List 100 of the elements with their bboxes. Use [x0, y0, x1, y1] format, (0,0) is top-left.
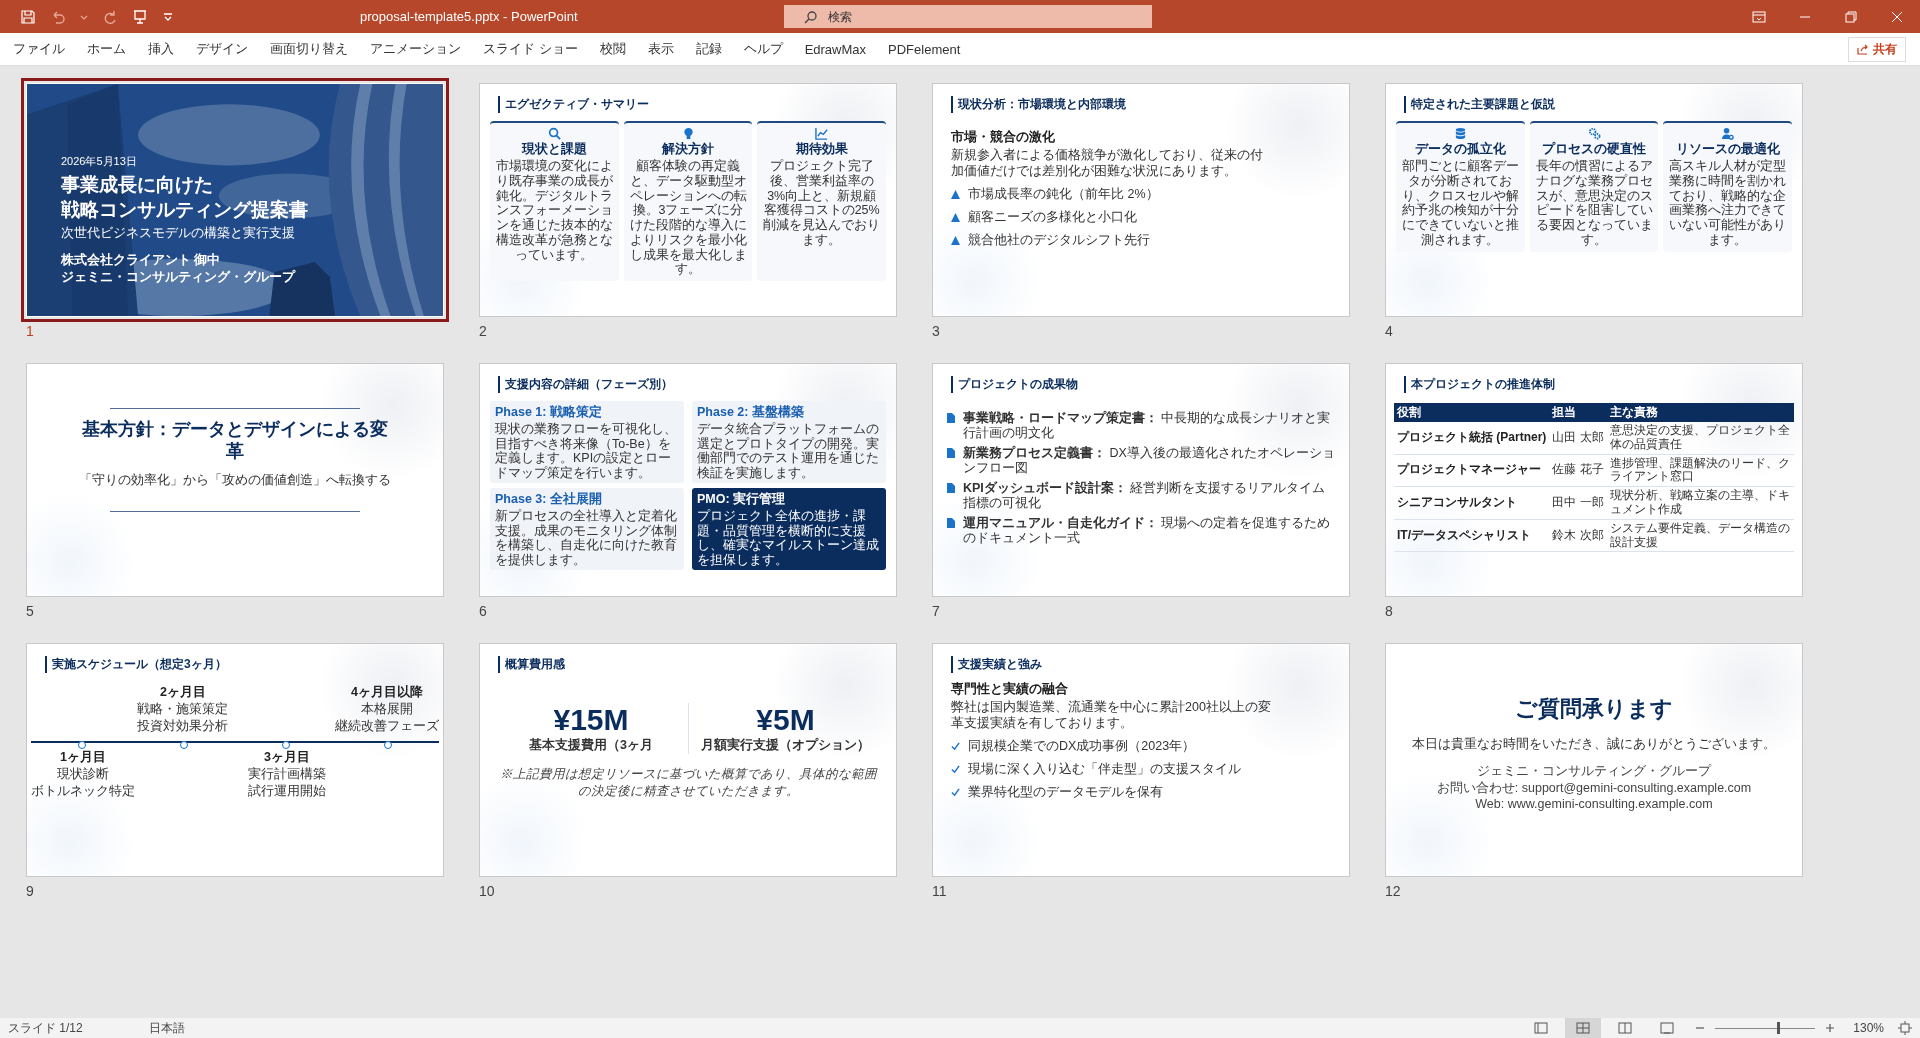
slide-number: 5 — [26, 603, 35, 619]
warning-icon — [951, 236, 960, 246]
price-label: 基本支援費用（3ヶ月 — [529, 737, 653, 754]
slide-date: 2026年5月13日 — [61, 154, 138, 169]
slide-number: 3 — [932, 323, 941, 339]
share-button[interactable]: 共有 — [1848, 36, 1906, 62]
slide-thumbnail[interactable] — [479, 363, 897, 597]
ribbon-tab[interactable]: EdrawMax — [793, 35, 878, 63]
search-icon — [547, 127, 561, 140]
phase-text: プロジェクト全体の進捗・課題・品質管理を横断的に支援し、確実なマイルストーン達成を担保します。 — [697, 509, 880, 567]
ribbon-tab[interactable]: ファイル — [2, 35, 76, 63]
price-label: 月額実行支援（オプション） — [701, 737, 870, 754]
slide-subtitle: 次世代ビジネスモデルの構築と実行支援 — [61, 224, 296, 243]
fit-window-icon[interactable] — [1898, 1021, 1912, 1035]
ribbon-display-icon — [1752, 10, 1766, 23]
card-title: 現状と課題 — [521, 141, 587, 158]
card-title: リソースの最適化 — [1675, 141, 1780, 158]
ribbon-tab[interactable]: デザイン — [185, 35, 259, 63]
window-title: proposal-template5.pptx - PowerPoint — [360, 9, 579, 24]
client-name: 株式会社クライアント 御中 — [61, 252, 222, 270]
gears-icon — [1587, 127, 1601, 140]
check-icon — [951, 788, 960, 798]
phase-text: 現状の業務フローを可視化し、目指すべき将来像（To-Be）を定義します。KPIの設定とロードマップ策定を行います。 — [495, 422, 678, 480]
phase-text: 新プロセスの全社導入と定着化支援。成果のモニタリング体制を構築し、自走化に向けた教育を提供します。 — [495, 509, 678, 567]
slide-title: エグゼクティブ・サマリー — [498, 96, 649, 113]
slide-number: 8 — [1385, 603, 1394, 619]
search-icon — [804, 10, 818, 24]
check-icon — [951, 765, 960, 775]
bullet-text: 市場成長率の鈍化（前年比 2%） — [968, 186, 1159, 204]
zoom-thumb[interactable] — [1777, 1022, 1781, 1034]
section-heading: 市場・競合の激化 — [951, 129, 1056, 146]
slide-thumbnail[interactable]: プロジェクトの成果物 事業戦略・ロードマップ策定書： 中長期的な成長シナリオと実行計画の明文化 新業務プロセス定義書： DX導入後の最適化されたオペレーションフロー図 KPIダッシュボード設計案： 経営判断を支援するリアルタイム指標の可視化 運用マニュアル・自走化ガイド： 現場への定着を促進するためのドキュメント一式 — [932, 363, 1350, 597]
price-note: ※上記費用は想定リソースに基づいた概算であり、具体的な範囲の決定後に精査させていただきます。 — [498, 766, 879, 800]
section-text: 弊社は国内製造業、流通業を中心に累計200社以上の変革支援実績を有しております。 — [951, 700, 1271, 732]
check-icon — [951, 742, 960, 752]
slide-title: 実施スケジュール（想定3ヶ月） — [45, 656, 227, 673]
slide-title: 概算費用感 — [498, 656, 565, 673]
presentation-icon[interactable] — [132, 8, 148, 25]
phase-title: Phase 1: 戦略策定 — [495, 404, 603, 421]
ribbon-tab[interactable]: 画面切り替え — [259, 35, 359, 63]
slide-number: 4 — [1385, 323, 1394, 339]
user-gear-icon — [1721, 127, 1735, 140]
card-title: プロセスの硬直性 — [1542, 141, 1646, 158]
redo-icon[interactable] — [102, 8, 118, 25]
warning-icon — [951, 190, 960, 200]
card-title: 解決方針 — [662, 141, 714, 158]
slide-thumbnail[interactable]: 現状分析：市場環境と内部環境 市場・競合の激化 新規参入者による価格競争が激化しており、従来の付加価値だけでは差別化が困難な状況にあります。 市場成長率の鈍化（前年比 2%） 顧客ニーズの多様化と小口化 競合他社のデジタルシフト先行 — [932, 83, 1350, 317]
ribbon-tab[interactable]: 校閲 — [588, 35, 637, 63]
slide-thumbnail[interactable]: 基本方針：データとデザインによる変革 「守りの効率化」から「攻めの価値創造」へ転換する — [26, 363, 444, 597]
slide-title: 事業成長に向けた — [61, 173, 214, 197]
card-title: データの孤立化 — [1414, 141, 1506, 158]
ribbon-tab[interactable]: ヘルプ — [732, 35, 794, 63]
price-value: ¥5M — [756, 703, 815, 737]
ribbon-tab[interactable]: 表示 — [636, 35, 685, 63]
card-text: 部門ごとに顧客データが分断されており、クロスセルや解約予兆の検知が十分にできていないと推測されます。 — [1400, 159, 1520, 248]
slide-title: 特定された主要課題と仮説 — [1404, 96, 1555, 113]
slide-number: 10 — [479, 883, 496, 899]
lightbulb-icon — [681, 127, 695, 140]
zoom-level: 130% — [1853, 1021, 1884, 1035]
column-header: 担当 — [1549, 403, 1607, 422]
slide-title: 戦略コンサルティング提案書 — [61, 197, 309, 222]
bullet-text: 顧客ニーズの多様化と小口化 — [968, 209, 1137, 227]
milestone-text: 現状診断 — [57, 766, 109, 783]
share-icon — [1857, 43, 1869, 55]
ribbon-tab[interactable]: 挿入 — [137, 35, 185, 63]
search-field[interactable]: 検索 — [784, 5, 1152, 28]
phase-title: Phase 2: 基盤構築 — [697, 404, 805, 421]
slide-title: 基本方針：データとデザインによる変革 — [81, 419, 389, 463]
slide-thumbnail[interactable]: 実施スケジュール（想定3ヶ月） 2ヶ月目 戦略・施策策定 投資対効果分析 4ヶ月目以降 本格展開 継続改善フェーズ 1ヶ月目 現状診断 ボトルネック特定 3ヶ月目 実行計画構築 試行運用開始 — [26, 643, 444, 877]
ribbon-tab[interactable]: ホーム — [76, 35, 137, 63]
card-text: 市場環境の変化により既存事業の成長が鈍化。デジタルトランスフォーメーションを通じた抜本的な構造改革が急務となっています。 — [494, 159, 614, 263]
table-cell: 進捗管理、課題解決のリード、クライアント窓口 — [1606, 454, 1794, 487]
table-cell: システム要件定義、データ構造の設計支援 — [1606, 519, 1794, 552]
ribbon-tab[interactable]: PDFelement — [877, 35, 972, 63]
bullet-text: 競合他社のデジタルシフト先行 — [968, 232, 1150, 250]
save-icon[interactable] — [20, 8, 36, 25]
table-cell: プロジェクトマネージャー — [1394, 454, 1550, 487]
deliverable-text: 新業務プロセス定義書： DX導入後の最適化されたオペレーションフロー図 — [963, 446, 1335, 476]
milestone-dot — [180, 741, 188, 749]
slide-thumbnail[interactable]: 概算費用感 ¥15M 基本支援費用（3ヶ月 ¥5M 月額実行支援（オプション） ※上記費用は想定リソースに基づいた概算であり、具体的な範囲の決定後に精査させていただきます。 — [479, 643, 897, 877]
slide-title: 支援内容の詳細（フェーズ別） — [498, 376, 673, 393]
milestone-label: 3ヶ月目 — [264, 749, 310, 766]
slide-sorter-icon — [1576, 1022, 1591, 1034]
deliverable-text: 事業戦略・ロードマップ策定書： 中長期的な成長シナリオと実行計画の明文化 — [963, 411, 1332, 441]
warning-icon — [951, 213, 960, 223]
slide-thumbnail[interactable]: 支援実績と強み 専門性と実績の融合 弊社は国内製造業、流通業を中心に累計200社以上の変革支援実績を有しております。 同規模企業でのDX成功事例（2023年） 現場に深く入り込む「伴走型」の支援スタイル 業界特化型のデータモデルを保有 — [932, 643, 1350, 877]
milestone-label: 4ヶ月目以降 — [351, 684, 423, 701]
slide-thumbnail[interactable]: ご質問承ります 本日は貴重なお時間をいただき、誠にありがとうございます。 ジェミニ・コンサルティング・グループ お問い合わせ: support@gemini-consulting.example.com Web: www.gemini-consulting.example.com — [1385, 643, 1803, 877]
milestone-label: 1ヶ月目 — [60, 749, 106, 766]
contact-text: ジェミニ・コンサルティング・グループ — [1477, 763, 1711, 780]
price-value: ¥15M — [553, 703, 629, 737]
milestone-text: 継続改善フェーズ — [335, 718, 439, 735]
slide-count: スライド 1/12 — [8, 1019, 83, 1037]
language-text: 日本語 — [148, 1019, 185, 1037]
ribbon-tab[interactable]: アニメーション — [359, 35, 472, 63]
ribbon-tab[interactable]: スライド ショー — [472, 35, 589, 63]
slide-thumbnail[interactable]: 特定された主要課題と仮説 データの孤立化 部門ごとに顧客データが分断されており、クロスセルや解約予兆の検知が十分にできていないと推測されます。 プロセスの硬直性 長年の慣習によるアナログな業務プロセスが、意思決定のスピードを阻害している要因となっています。 リソースの最適化 高スキル人材が定型業務に時間を割かれており、戦略的な企画業務へ注力できていない可能性があります。 — [1385, 83, 1803, 317]
slide-thumbnail[interactable] — [479, 83, 897, 317]
ribbon-tab[interactable]: 記録 — [684, 35, 733, 63]
view-button[interactable] — [1565, 1018, 1602, 1038]
